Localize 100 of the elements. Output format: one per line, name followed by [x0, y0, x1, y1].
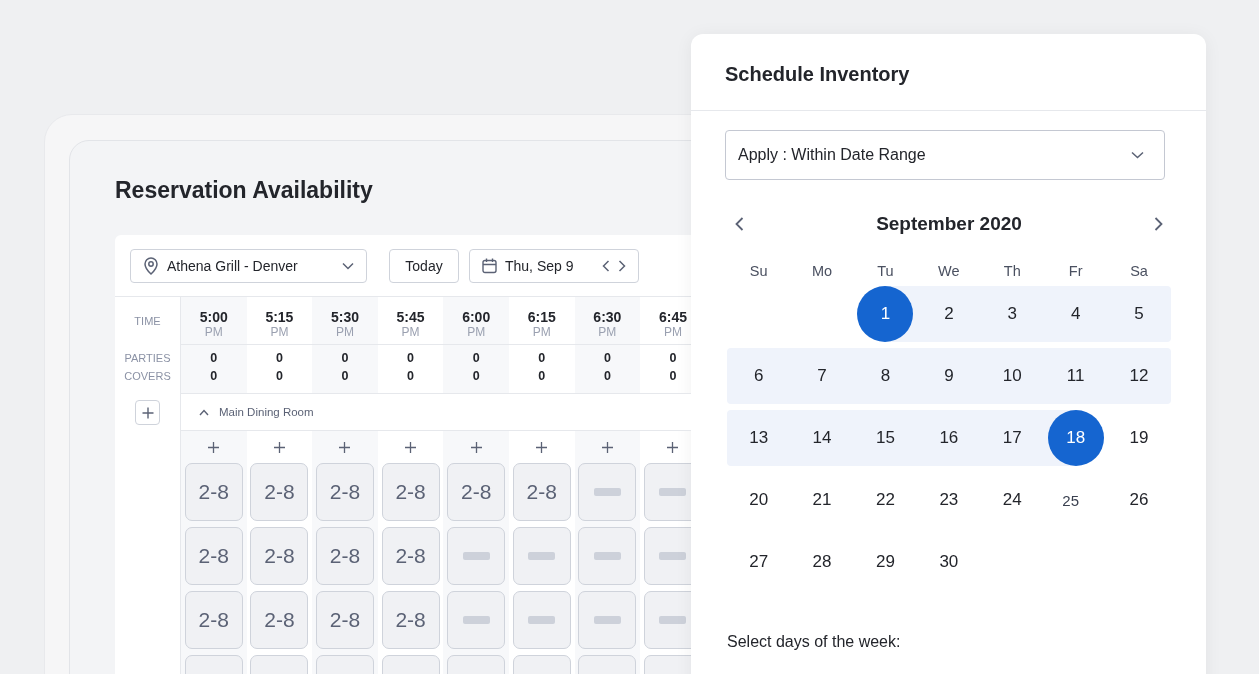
- period-label: PM: [663, 325, 682, 339]
- party-size-slot[interactable]: 2-8: [316, 463, 374, 521]
- party-size-slot[interactable]: 2-8: [512, 463, 571, 521]
- party-size-slot[interactable]: 2-8: [381, 591, 440, 649]
- calendar-day[interactable]: 2: [920, 286, 977, 342]
- calendar-day[interactable]: 24: [984, 472, 1041, 528]
- empty-slot[interactable]: [643, 591, 691, 649]
- add-button[interactable]: [135, 400, 160, 425]
- add-icon[interactable]: [470, 441, 482, 453]
- calendar-day[interactable]: 25: [1043, 472, 1098, 528]
- calendar-day[interactable]: 26: [1111, 472, 1168, 528]
- add-icon[interactable]: [601, 441, 613, 453]
- parties-count: 0: [538, 350, 546, 367]
- calendar-day[interactable]: 15: [857, 410, 914, 466]
- weekday-label: We: [937, 263, 961, 279]
- parties-count: 0: [341, 350, 349, 367]
- month-title: September 2020: [876, 213, 1022, 235]
- party-size-slot[interactable]: 2-8: [381, 463, 440, 521]
- empty-slot[interactable]: [643, 463, 691, 521]
- next-month-icon[interactable]: [1154, 217, 1163, 231]
- party-size-slot[interactable]: 2-8: [184, 463, 243, 521]
- empty-slot[interactable]: [447, 527, 506, 585]
- period-label: PM: [270, 325, 289, 339]
- chevron-down-icon: [1131, 151, 1144, 159]
- time-row-label: TIME: [134, 314, 161, 329]
- calendar-day[interactable]: 5: [1111, 286, 1168, 342]
- empty-slot[interactable]: [512, 527, 571, 585]
- empty-slot[interactable]: [643, 527, 691, 585]
- previous-day-icon[interactable]: [602, 259, 610, 272]
- calendar-day[interactable]: 23: [920, 472, 977, 528]
- party-size-slot[interactable]: 2-8: [316, 527, 374, 585]
- time-label: 5:30: [330, 309, 359, 325]
- covers-count: 0: [407, 368, 415, 385]
- panel-title: Schedule Inventory: [691, 34, 1206, 111]
- party-size-slot[interactable]: 2-8: [184, 527, 243, 585]
- party-size-slot[interactable]: 2-8: [381, 527, 440, 585]
- calendar-day[interactable]: 27: [730, 534, 787, 590]
- time-label: 6:00: [462, 309, 491, 325]
- party-size-slot[interactable]: 2-8: [316, 591, 374, 649]
- add-icon[interactable]: [339, 441, 351, 453]
- calendar-day[interactable]: 28: [794, 534, 851, 590]
- party-size-slot[interactable]: 2-8: [250, 527, 309, 585]
- calendar-day[interactable]: 6: [730, 348, 787, 404]
- party-size-slot[interactable]: 2-8: [250, 591, 309, 649]
- calendar-day[interactable]: 14: [794, 410, 851, 466]
- location-select[interactable]: Athena Grill - Denver: [130, 248, 367, 283]
- calendar-day[interactable]: 13: [730, 410, 787, 466]
- covers-count: 0: [472, 368, 480, 385]
- today-button[interactable]: Today: [389, 248, 459, 283]
- party-size-slot[interactable]: 2-8: [250, 463, 309, 521]
- party-size-slot[interactable]: 2-8: [184, 591, 243, 649]
- empty-slot[interactable]: [578, 463, 637, 521]
- calendar-day[interactable]: 17: [984, 410, 1041, 466]
- add-icon[interactable]: [208, 441, 220, 453]
- covers-count: 0: [210, 368, 218, 385]
- weekday-label: Tu: [876, 263, 895, 279]
- parties-count: 0: [603, 350, 611, 367]
- calendar-day[interactable]: 8: [857, 348, 914, 404]
- parties-row-label: PARTIES: [124, 351, 171, 366]
- party-size-slot[interactable]: 2-8: [447, 463, 506, 521]
- calendar-day[interactable]: 10: [984, 348, 1041, 404]
- add-icon[interactable]: [273, 441, 285, 453]
- empty-slot[interactable]: [512, 591, 571, 649]
- parties-count: 0: [407, 350, 415, 367]
- calendar-day[interactable]: 20: [730, 472, 787, 528]
- calendar-day[interactable]: 3: [984, 286, 1041, 342]
- period-label: PM: [401, 325, 420, 339]
- time-label: 6:30: [593, 309, 622, 325]
- covers-count: 0: [669, 368, 677, 385]
- calendar-day[interactable]: 7: [794, 348, 851, 404]
- parties-count: 0: [275, 350, 283, 367]
- section-name: Main Dining Room: [219, 406, 314, 418]
- period-label: PM: [204, 325, 223, 339]
- parties-count: 0: [472, 350, 480, 367]
- date-picker[interactable]: Thu, Sep 9: [469, 248, 639, 283]
- add-icon[interactable]: [536, 441, 548, 453]
- chevron-up-icon[interactable]: [199, 408, 209, 416]
- calendar-day[interactable]: 19: [1111, 410, 1168, 466]
- calendar-day[interactable]: 12: [1111, 348, 1168, 404]
- previous-month-icon[interactable]: [735, 217, 744, 231]
- apply-select[interactable]: Apply : Within Date Range: [725, 130, 1165, 180]
- calendar-day[interactable]: 11: [1047, 348, 1104, 404]
- calendar-day[interactable]: 21: [794, 472, 851, 528]
- page-title: Reservation Availability: [115, 176, 374, 205]
- calendar-day[interactable]: 4: [1047, 286, 1104, 342]
- time-label: 6:15: [527, 309, 556, 325]
- empty-slot[interactable]: [447, 591, 506, 649]
- add-icon[interactable]: [667, 441, 679, 453]
- empty-slot[interactable]: [578, 591, 637, 649]
- weekday-label: Th: [1002, 263, 1022, 279]
- calendar-day[interactable]: 22: [857, 472, 914, 528]
- add-icon[interactable]: [405, 441, 417, 453]
- empty-slot[interactable]: [578, 527, 637, 585]
- calendar-day[interactable]: 16: [920, 410, 977, 466]
- next-day-icon[interactable]: [618, 259, 626, 272]
- calendar-day[interactable]: 30: [920, 534, 977, 590]
- calendar-day[interactable]: 9: [920, 348, 977, 404]
- calendar-day[interactable]: 29: [857, 534, 914, 590]
- plus-icon: [141, 406, 154, 419]
- calendar-day[interactable]: 1: [857, 286, 914, 342]
